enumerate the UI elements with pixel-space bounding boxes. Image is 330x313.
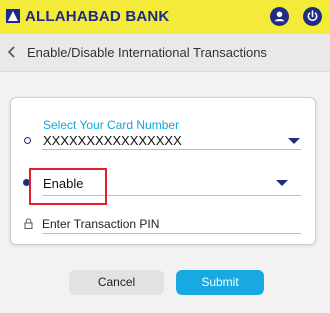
chevron-down-icon	[288, 138, 300, 144]
cancel-button[interactable]: Cancel	[69, 270, 164, 295]
submit-button[interactable]: Submit	[176, 270, 264, 295]
app-header: ALLAHABAD BANK	[0, 0, 330, 34]
bank-name: ALLAHABAD BANK	[25, 8, 170, 25]
chevron-left-icon[interactable]	[6, 45, 18, 59]
user-profile-button[interactable]	[270, 7, 289, 26]
field-underline	[42, 149, 301, 150]
page-title: Enable/Disable International Transaction…	[27, 45, 267, 60]
highlight-box	[29, 168, 107, 205]
bank-logo-icon	[6, 9, 20, 23]
bullet-icon	[24, 137, 31, 144]
chevron-down-icon	[276, 180, 288, 186]
card-number-label: Select Your Card Number	[43, 118, 180, 132]
lock-icon	[24, 218, 33, 229]
transaction-pin-input[interactable]	[42, 215, 302, 233]
logout-button[interactable]	[303, 7, 322, 26]
power-icon	[307, 10, 318, 22]
page-header: Enable/Disable International Transaction…	[0, 34, 330, 72]
user-icon	[274, 11, 285, 22]
field-underline	[42, 233, 301, 234]
card-number-value: XXXXXXXXXXXXXXXX	[43, 133, 182, 148]
transaction-form-card: Select Your Card Number XXXXXXXXXXXXXXXX…	[10, 97, 316, 245]
